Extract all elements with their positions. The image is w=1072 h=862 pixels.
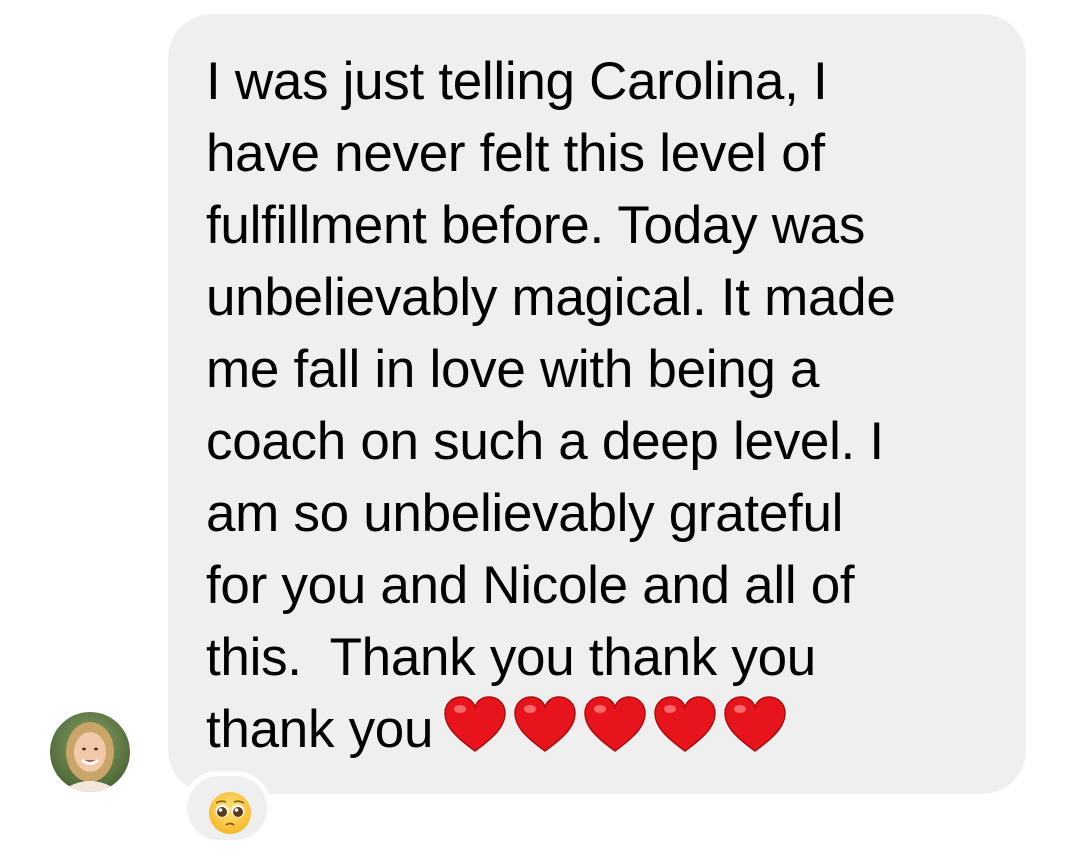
red-heart-icon [724,696,786,752]
red-heart-icon [654,696,716,752]
pleading-face-icon [209,792,251,834]
sender-avatar[interactable] [50,712,130,792]
message-line: have never felt this level of [206,124,825,183]
red-heart-icon [514,696,576,752]
message-line: this. Thank you thank you [206,628,816,687]
message-line: coach on such a deep level. I [206,412,884,471]
heart-emoji-group [443,695,787,755]
message-line: thank you [206,700,434,759]
message-line: me fall in love with being a [206,340,820,399]
message-line: I was just telling Carolina, I [206,52,828,111]
message-reaction[interactable] [182,771,272,845]
red-heart-icon [444,696,506,752]
message-text: I was just telling Carolina, I have neve… [206,46,996,766]
message-line: am so unbelievably grateful [206,484,844,543]
message-line: fulfillment before. Today was [206,196,866,255]
message-line: unbelievably magical. It made [206,268,896,327]
message-line: for you and Nicole and all of [206,556,855,615]
message-bubble[interactable]: I was just telling Carolina, I have neve… [168,14,1026,794]
message-thread: I was just telling Carolina, I have neve… [0,0,1072,862]
avatar-photo [50,712,130,792]
red-heart-icon [584,696,646,752]
